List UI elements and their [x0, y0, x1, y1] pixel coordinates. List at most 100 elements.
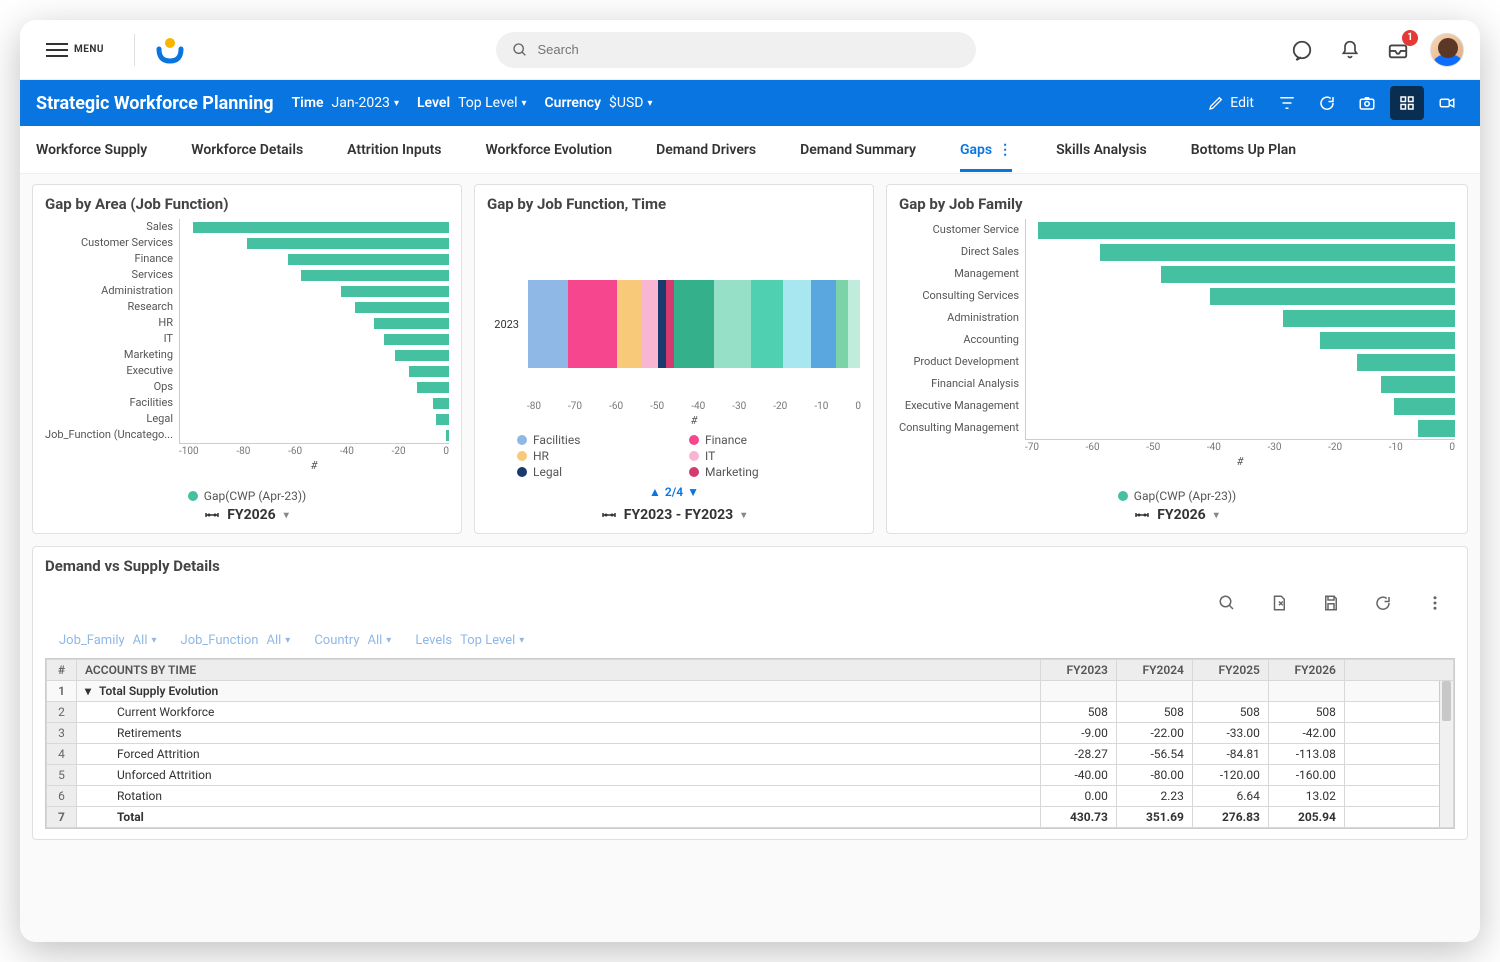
- details-table[interactable]: #ACCOUNTS BY TIMEFY2023FY2024FY2025FY202…: [46, 659, 1454, 828]
- tab-attrition-inputs[interactable]: Attrition Inputs: [347, 128, 441, 172]
- stack-segment[interactable]: [714, 280, 750, 368]
- filter-job_function[interactable]: Job_FunctionAll ▾: [181, 633, 291, 648]
- table-row[interactable]: 2Current Workforce508508508508: [47, 702, 1454, 723]
- stack-segment[interactable]: [666, 280, 674, 368]
- save-icon[interactable]: [1315, 587, 1347, 619]
- time-selector[interactable]: Jan-2023▾: [332, 95, 399, 111]
- bar[interactable]: [446, 430, 449, 441]
- filter-icon[interactable]: [1270, 86, 1304, 120]
- edit-button[interactable]: Edit: [1198, 95, 1264, 111]
- legend-label: Gap(CWP (Apr-23)): [204, 489, 306, 503]
- bar[interactable]: [395, 350, 449, 361]
- tab-workforce-supply[interactable]: Workforce Supply: [36, 128, 147, 172]
- bar[interactable]: [409, 366, 449, 377]
- card-gap-by-area: Gap by Area (Job Function) SalesCustomer…: [32, 184, 462, 534]
- tab-demand-drivers[interactable]: Demand Drivers: [656, 128, 756, 172]
- bar[interactable]: [288, 254, 449, 265]
- context-bar: Strategic Workforce Planning Time Jan-20…: [20, 80, 1480, 126]
- table-row[interactable]: 6Rotation0.002.236.6413.02: [47, 786, 1454, 807]
- stack-segment[interactable]: [568, 280, 617, 368]
- stack-segment[interactable]: [836, 280, 848, 368]
- menu-button[interactable]: MENU: [36, 37, 114, 63]
- inbox-icon[interactable]: 1: [1382, 34, 1414, 66]
- axis-label: Research: [45, 299, 173, 315]
- search-input[interactable]: [538, 42, 960, 57]
- range-selector[interactable]: FY2026▾: [1135, 507, 1219, 523]
- level-selector[interactable]: Top Level▾: [458, 95, 526, 111]
- stack-segment[interactable]: [848, 280, 860, 368]
- axis-label: Facilities: [45, 395, 173, 411]
- video-icon[interactable]: [1430, 86, 1464, 120]
- bar[interactable]: [1210, 288, 1455, 305]
- tab-menu-icon[interactable]: ⋮: [998, 142, 1012, 158]
- bar[interactable]: [433, 398, 449, 409]
- tab-skills-analysis[interactable]: Skills Analysis: [1056, 128, 1147, 172]
- bar[interactable]: [341, 286, 449, 297]
- legend-item: Marketing: [689, 465, 831, 479]
- filter-levels[interactable]: LevelsTop Level ▾: [415, 633, 524, 648]
- search-bar[interactable]: [496, 32, 976, 68]
- axis-label: Consulting Management: [899, 417, 1019, 439]
- bar[interactable]: [1038, 222, 1455, 239]
- bar[interactable]: [384, 334, 449, 345]
- stack-segment[interactable]: [528, 280, 568, 368]
- more-icon[interactable]: [1419, 587, 1451, 619]
- card-demand-vs-supply: Demand vs Supply Details Job_FamilyAll ▾…: [32, 546, 1468, 840]
- range-selector[interactable]: FY2026▾: [205, 507, 289, 523]
- stack-segment[interactable]: [674, 280, 714, 368]
- search-icon[interactable]: [1211, 587, 1243, 619]
- stack-segment[interactable]: [783, 280, 811, 368]
- stack-segment[interactable]: [641, 280, 657, 368]
- range-selector[interactable]: FY2023 - FY2023▾: [602, 507, 746, 523]
- table-row[interactable]: 4Forced Attrition-28.27-56.54-84.81-113.…: [47, 744, 1454, 765]
- table-row[interactable]: 5Unforced Attrition-40.00-80.00-120.00-1…: [47, 765, 1454, 786]
- notification-badge: 1: [1402, 30, 1418, 46]
- stack-segment[interactable]: [617, 280, 641, 368]
- bar[interactable]: [355, 302, 449, 313]
- bar[interactable]: [1161, 266, 1455, 283]
- table-row[interactable]: 7Total430.73351.69276.83205.94: [47, 807, 1454, 828]
- camera-icon[interactable]: [1350, 86, 1384, 120]
- bell-icon[interactable]: [1334, 34, 1366, 66]
- menu-label: MENU: [74, 44, 104, 55]
- tab-workforce-evolution[interactable]: Workforce Evolution: [485, 128, 612, 172]
- filter-job_family[interactable]: Job_FamilyAll ▾: [59, 633, 157, 648]
- chat-icon[interactable]: [1286, 34, 1318, 66]
- avatar[interactable]: [1430, 33, 1464, 67]
- card-title: Gap by Area (Job Function): [45, 195, 449, 213]
- bar[interactable]: [193, 222, 449, 233]
- refresh-icon[interactable]: [1310, 86, 1344, 120]
- edit-sheet-icon[interactable]: [1263, 587, 1295, 619]
- table-row[interactable]: 3Retirements-9.00-22.00-33.00-42.00: [47, 723, 1454, 744]
- bar[interactable]: [1320, 332, 1455, 349]
- bar[interactable]: [374, 318, 449, 329]
- bar[interactable]: [1381, 376, 1455, 393]
- filter-country[interactable]: CountryAll ▾: [314, 633, 391, 648]
- bar[interactable]: [417, 382, 449, 393]
- range-icon: [1135, 510, 1149, 520]
- grid-icon[interactable]: [1390, 86, 1424, 120]
- workday-logo[interactable]: [155, 35, 185, 65]
- currency-label: Currency: [545, 95, 602, 111]
- stack-segment[interactable]: [751, 280, 783, 368]
- stack-segment[interactable]: [811, 280, 835, 368]
- bar[interactable]: [1283, 310, 1455, 327]
- tab-demand-summary[interactable]: Demand Summary: [800, 128, 916, 172]
- bar[interactable]: [301, 270, 449, 281]
- tab-workforce-details[interactable]: Workforce Details: [191, 128, 303, 172]
- table-scrollbar[interactable]: [1439, 681, 1453, 827]
- stack-segment[interactable]: [658, 280, 666, 368]
- axis-label: Finance: [45, 251, 173, 267]
- tab-bottoms-up-plan[interactable]: Bottoms Up Plan: [1191, 128, 1296, 172]
- bar[interactable]: [1394, 398, 1455, 415]
- bar[interactable]: [1100, 244, 1455, 261]
- currency-selector[interactable]: $USD▾: [609, 95, 652, 111]
- legend-pager[interactable]: ▲2/4▼: [487, 485, 861, 499]
- bar[interactable]: [1357, 354, 1455, 371]
- refresh-icon[interactable]: [1367, 587, 1399, 619]
- bar[interactable]: [1418, 420, 1455, 437]
- bar[interactable]: [247, 238, 449, 249]
- bar[interactable]: [436, 414, 449, 425]
- tab-gaps[interactable]: Gaps⋮: [960, 128, 1012, 172]
- legend-item: HR: [517, 449, 659, 463]
